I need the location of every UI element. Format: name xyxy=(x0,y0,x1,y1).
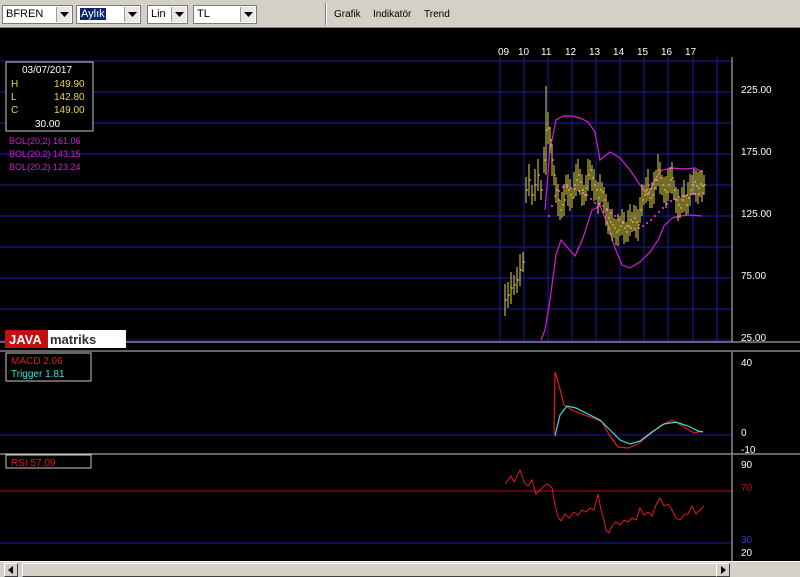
x-tick: 09 xyxy=(498,47,510,58)
info-h-value: 149.90 xyxy=(54,79,85,90)
bollinger-mid-label: BOL(20,2) 143.15 xyxy=(9,149,81,159)
menu-indikator[interactable]: Indikatör xyxy=(373,9,411,20)
scroll-right-button[interactable] xyxy=(716,563,730,577)
x-tick: 16 xyxy=(661,47,673,58)
menu-grafik[interactable]: Grafik xyxy=(334,9,361,20)
currency-combo[interactable]: TL xyxy=(193,5,257,24)
bollinger-mid-dot xyxy=(662,207,664,209)
bollinger-mid-dot xyxy=(614,215,616,217)
trigger-label: Trigger 1.81 xyxy=(11,369,65,380)
bollinger-mid-dot xyxy=(594,202,596,204)
chevron-down-icon[interactable] xyxy=(56,7,71,22)
bollinger-mid-dot xyxy=(551,205,553,207)
x-tick: 17 xyxy=(685,47,697,58)
bollinger-mid-dot xyxy=(590,198,592,200)
x-tick: 12 xyxy=(565,47,577,58)
info-h-label: H xyxy=(11,79,18,90)
bollinger-mid-dot xyxy=(642,225,644,227)
price-y-tick: 25.00 xyxy=(741,333,766,344)
x-tick: 13 xyxy=(589,47,601,58)
chevron-down-icon[interactable] xyxy=(124,7,139,22)
macd-y-tick: 40 xyxy=(741,358,753,369)
svg-text:JAVA: JAVA xyxy=(9,332,42,347)
chart-area[interactable]: 09 10 11 12 13 14 15 16 17 225.00 175.00… xyxy=(0,28,800,561)
chart-canvas: 09 10 11 12 13 14 15 16 17 225.00 175.00… xyxy=(0,47,800,561)
menu-trend[interactable]: Trend xyxy=(424,9,450,20)
bollinger-mid-dot xyxy=(658,211,660,213)
price-y-tick: 225.00 xyxy=(741,85,772,96)
price-y-tick: 175.00 xyxy=(741,147,772,158)
info-c-value: 149.00 xyxy=(54,105,85,116)
symbol-combo[interactable]: BFREN xyxy=(2,5,73,24)
svg-text:matriks: matriks xyxy=(50,332,96,347)
triangle-right-icon xyxy=(721,566,726,574)
info-l-value: 142.80 xyxy=(54,92,85,103)
info-l-label: L xyxy=(11,92,17,103)
rsi-y-tick: 70 xyxy=(741,483,753,494)
toolbar-separator xyxy=(325,3,327,25)
scroll-left-button[interactable] xyxy=(4,563,18,577)
bollinger-mid-dot xyxy=(646,222,648,224)
horizontal-scrollbar[interactable] xyxy=(0,561,800,577)
macd-line xyxy=(553,371,704,449)
info-volume: 30.00 xyxy=(35,119,60,130)
bollinger-lower-label: BOL(20,2) 123.24 xyxy=(9,162,81,172)
scale-value: Lin xyxy=(151,8,166,20)
x-tick: 10 xyxy=(518,47,530,58)
period-combo[interactable]: Aylık xyxy=(76,5,141,24)
x-tick: 15 xyxy=(637,47,649,58)
toolbar: BFREN Aylık Lin TL Grafik Indikatör Tren… xyxy=(0,0,800,28)
rsi-y-tick: 20 xyxy=(741,548,753,559)
x-tick: 14 xyxy=(613,47,625,58)
currency-value: TL xyxy=(197,8,210,20)
period-value: Aylık xyxy=(80,8,106,20)
javamatriks-logo: JAVA matriks xyxy=(5,330,126,348)
rsi-label: RSI 57.09 xyxy=(11,458,56,469)
bollinger-mid-dot xyxy=(654,215,656,217)
bollinger-upper-label: BOL(20,2) 161.06 xyxy=(9,136,81,146)
rsi-y-tick: 30 xyxy=(741,535,753,546)
symbol-value: BFREN xyxy=(6,8,44,20)
rsi-y-tick: 90 xyxy=(741,460,753,471)
scale-combo[interactable]: Lin xyxy=(147,5,188,24)
info-c-label: C xyxy=(11,105,18,116)
scroll-thumb[interactable] xyxy=(22,563,726,577)
info-date: 03/07/2017 xyxy=(22,65,72,76)
macd-label: MACD 2.06 xyxy=(11,356,63,367)
triangle-left-icon xyxy=(8,566,13,574)
bollinger-mid-dot xyxy=(650,219,652,221)
rsi-line xyxy=(504,468,705,534)
x-tick: 11 xyxy=(541,47,552,58)
price-y-tick: 75.00 xyxy=(741,271,766,282)
bollinger-mid-dot xyxy=(670,200,672,202)
chevron-down-icon[interactable] xyxy=(240,7,255,22)
macd-y-tick: 0 xyxy=(741,428,747,439)
price-y-tick: 125.00 xyxy=(741,209,772,220)
chevron-down-icon[interactable] xyxy=(171,7,186,22)
bollinger-mid-dot xyxy=(548,215,550,217)
